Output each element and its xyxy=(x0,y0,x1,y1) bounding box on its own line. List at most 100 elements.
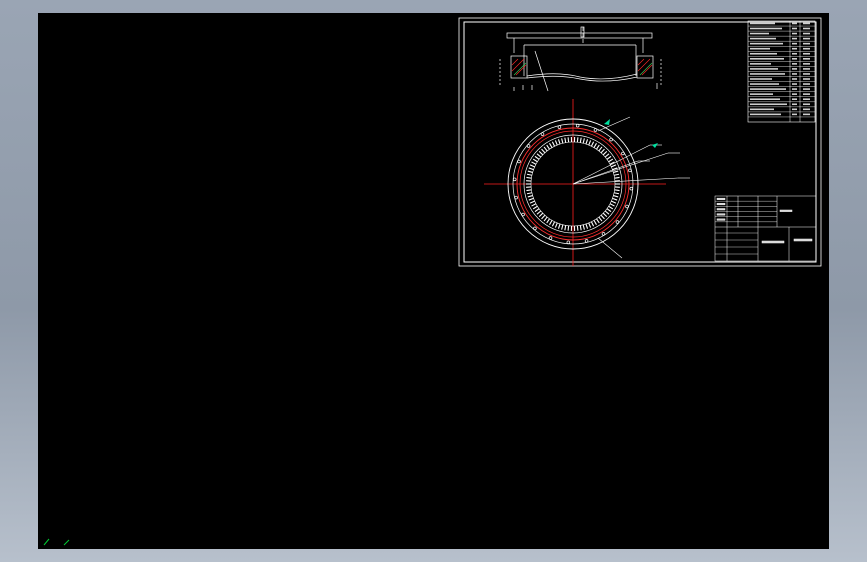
bolt-hole xyxy=(629,186,634,191)
gear-tooth xyxy=(585,139,589,145)
gear-tooth xyxy=(596,144,600,150)
gear-tooth xyxy=(538,212,544,218)
table-cell-mark xyxy=(750,47,770,50)
table-cell-mark xyxy=(750,88,786,90)
title-cell-mark xyxy=(716,197,726,200)
table-cell-mark xyxy=(750,68,778,70)
gear-tooth xyxy=(612,197,618,201)
gear-tooth xyxy=(554,140,558,146)
gear-tooth xyxy=(526,189,532,192)
table-cell-mark xyxy=(792,73,797,75)
drawing-canvas[interactable] xyxy=(38,13,829,549)
gear-tooth xyxy=(588,140,592,146)
gear-tooth xyxy=(604,153,610,158)
gear-tooth xyxy=(531,203,537,207)
table-cell-mark xyxy=(792,37,797,40)
gear-tooth xyxy=(526,176,532,179)
table-cell-mark xyxy=(803,42,810,45)
table-cell-mark xyxy=(750,52,777,55)
gear-tooth xyxy=(564,225,567,231)
bolt-hole xyxy=(575,123,580,128)
table-cell-mark xyxy=(803,98,810,100)
table-cell-mark xyxy=(750,93,773,95)
table-cell-mark xyxy=(792,98,797,100)
gear-tooth xyxy=(549,143,553,148)
title-cell-mark xyxy=(779,209,793,212)
gear-tooth xyxy=(564,137,567,143)
gear-tooth xyxy=(536,210,542,215)
gear-tooth xyxy=(613,195,619,198)
leader-arrow-icon xyxy=(652,143,658,148)
table-cell-mark xyxy=(750,83,779,85)
table-cell-mark xyxy=(792,63,797,65)
gear-tooth xyxy=(614,189,620,192)
table-cell-mark xyxy=(803,83,810,85)
title-cell-mark xyxy=(716,218,726,221)
table-cell-mark xyxy=(750,32,769,35)
table-cell-mark xyxy=(750,58,784,60)
table-cell-mark xyxy=(792,113,797,116)
bolt-hole xyxy=(601,232,606,236)
table-cell-mark xyxy=(750,73,785,75)
table-cell-mark xyxy=(803,27,810,30)
gear-tooth xyxy=(557,223,561,229)
table-cell-mark xyxy=(792,78,797,80)
gear-tooth xyxy=(602,150,608,156)
gear-tooth xyxy=(526,173,533,176)
table-cell-mark xyxy=(792,108,797,111)
bolt-hole xyxy=(593,128,598,132)
bolt-hole xyxy=(628,168,632,173)
table-cell-mark xyxy=(750,27,782,30)
leader-lines xyxy=(572,144,690,185)
gear-tooth xyxy=(549,220,553,225)
gear-tooth xyxy=(602,212,608,218)
table-cell-mark xyxy=(803,32,810,35)
gear-tooth xyxy=(534,155,540,160)
gear-tooth xyxy=(614,176,620,179)
table-cell-mark xyxy=(750,42,783,45)
table-cell-mark xyxy=(803,58,810,60)
title-cell-mark xyxy=(716,203,726,206)
gear-tooth xyxy=(608,205,614,210)
gear-tooth xyxy=(546,144,550,150)
gear-tooth xyxy=(554,222,558,228)
gear-tooth xyxy=(604,210,610,215)
table-cell-mark xyxy=(803,37,810,40)
gear-tooth xyxy=(534,208,540,213)
gear-tooth xyxy=(606,155,612,160)
title-name-mark xyxy=(761,240,785,244)
table-cell-mark xyxy=(803,108,810,111)
table-cell-mark xyxy=(803,93,810,95)
table-cell-mark xyxy=(792,47,797,50)
table-cell-mark xyxy=(750,63,771,65)
bolt-hole xyxy=(514,195,518,200)
gear-tooth xyxy=(561,138,564,144)
table-cell-mark xyxy=(792,27,797,30)
bolt-hole xyxy=(557,125,562,129)
bolt-hole xyxy=(548,236,553,240)
table-cell-mark xyxy=(803,22,810,25)
table-cell-mark xyxy=(803,47,810,50)
gear-tooth xyxy=(527,195,533,198)
leader-line xyxy=(572,144,651,185)
bolt-hole xyxy=(512,177,517,182)
parameter-table xyxy=(747,20,816,123)
table-cell-mark xyxy=(750,98,780,100)
bolt-hole xyxy=(625,204,629,209)
gear-tooth xyxy=(613,170,619,173)
table-cell-mark xyxy=(803,73,810,75)
gear-tooth xyxy=(536,153,542,158)
gear-tooth xyxy=(596,218,600,224)
gear-tooth xyxy=(531,161,537,165)
table-cell-mark xyxy=(750,103,787,106)
gear-tooth xyxy=(527,170,533,173)
table-cell-mark xyxy=(792,58,797,60)
table-cell-mark xyxy=(750,37,776,40)
table-cell-mark xyxy=(750,22,775,25)
bolt-hole xyxy=(540,132,545,136)
bolt-hole xyxy=(517,159,521,164)
model-space-viewport[interactable] xyxy=(38,13,829,549)
gear-tooth xyxy=(609,203,615,207)
gear-tooth xyxy=(576,137,579,143)
table-cell-mark xyxy=(792,93,797,95)
